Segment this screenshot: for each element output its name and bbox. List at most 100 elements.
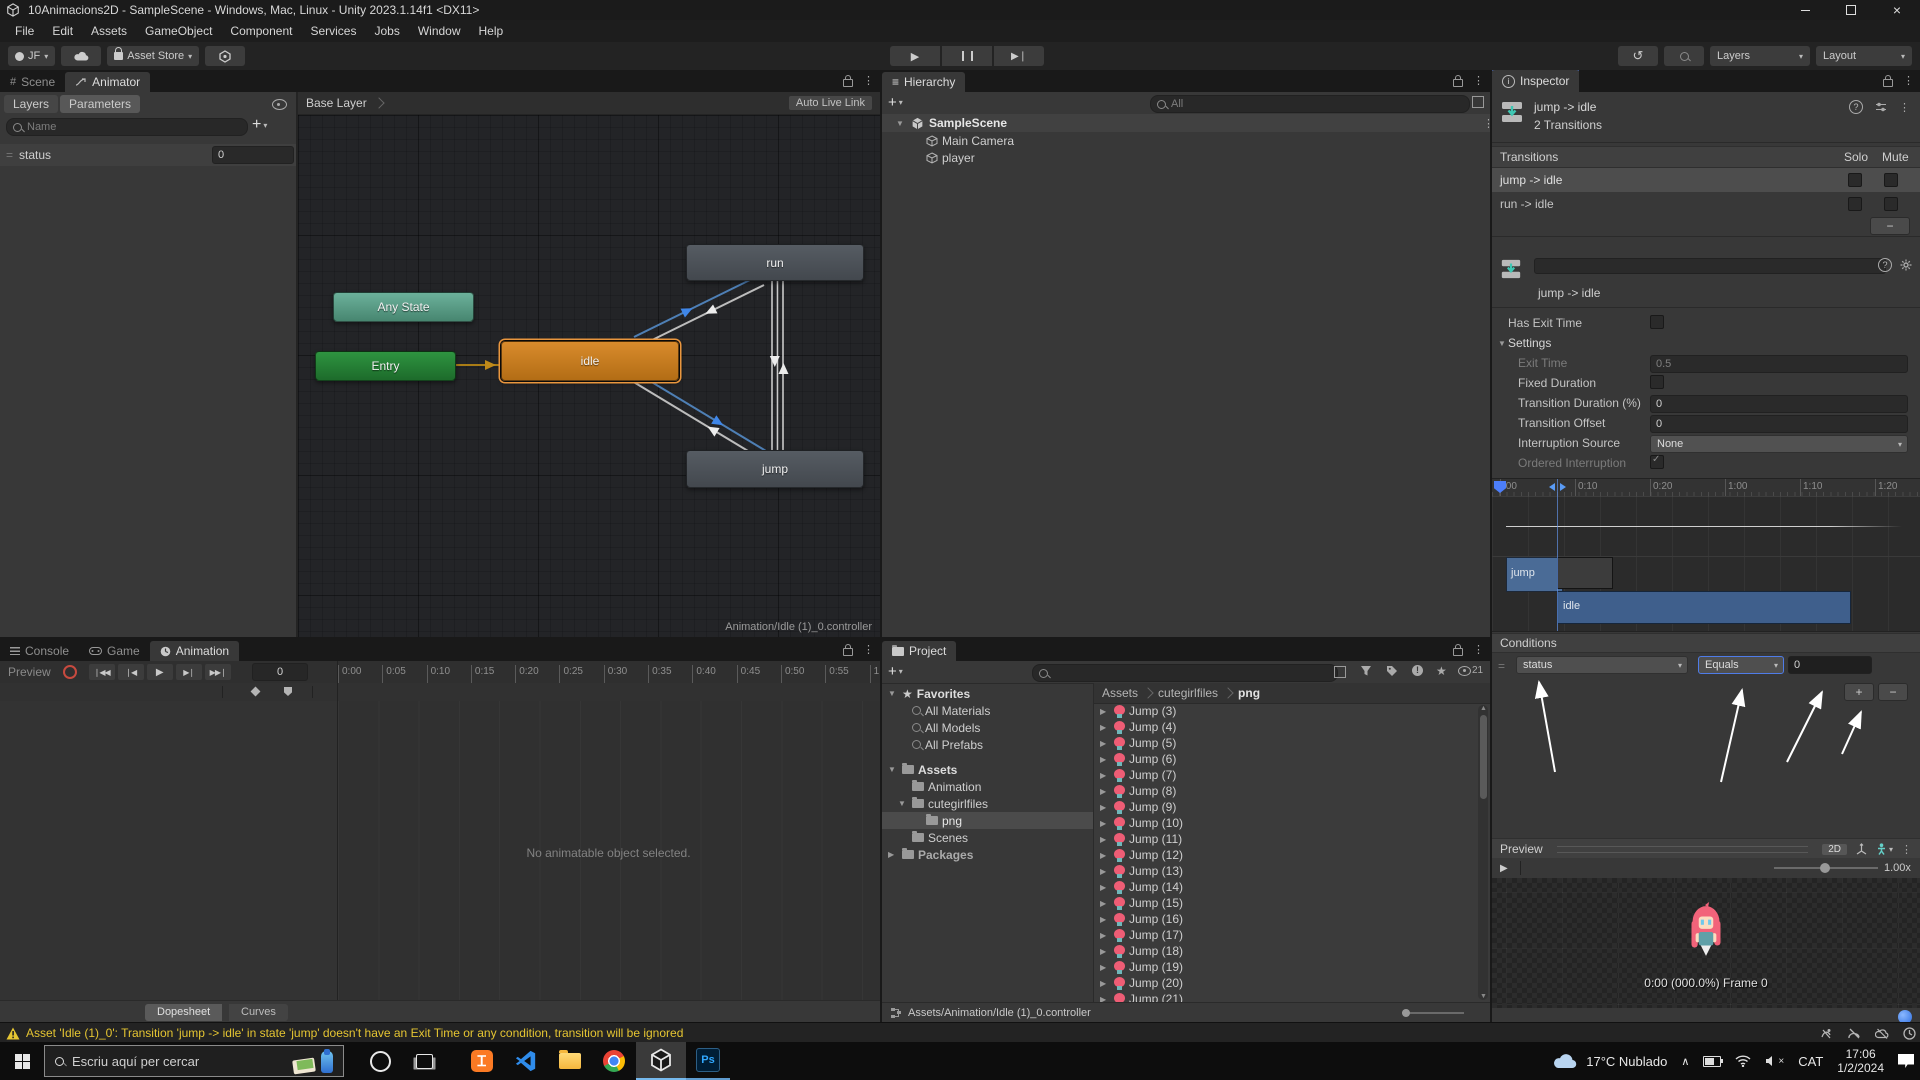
create-object-button[interactable]: +▾ [888, 94, 903, 111]
remove-condition-button[interactable]: − [1878, 683, 1908, 701]
hidden-count-badge[interactable]: 21 [1458, 665, 1483, 676]
menu-item[interactable]: Component [221, 24, 301, 38]
expander-icon[interactable]: ▶ [1100, 979, 1110, 988]
maximize-button[interactable] [1828, 0, 1874, 20]
log-icon[interactable]: ! [1412, 665, 1423, 676]
state-run[interactable]: run [686, 244, 864, 281]
asset-file-row[interactable]: ▶ Jump (8) [1094, 783, 1476, 799]
menu-item[interactable]: Services [301, 24, 365, 38]
solo-checkbox[interactable] [1848, 173, 1862, 187]
asset-file-row[interactable]: ▶ Jump (4) [1094, 719, 1476, 735]
add-event-icon[interactable] [284, 687, 292, 696]
expander-icon[interactable]: ▶ [1100, 963, 1110, 972]
preview-viewport[interactable]: 0:00 (000.0%) Frame 0 [1492, 878, 1920, 1008]
fixed-duration-checkbox[interactable] [1650, 375, 1664, 389]
panel-menu-icon[interactable]: ⋮ [863, 643, 874, 656]
close-button[interactable]: × [1874, 0, 1920, 20]
preview-drag-handle[interactable] [1557, 846, 1809, 853]
cache-server-icon[interactable] [1819, 1027, 1833, 1040]
expander-icon[interactable]: ▶ [1100, 931, 1110, 940]
hierarchy-item[interactable]: player [882, 149, 1490, 166]
asset-file-row[interactable]: ▶ Jump (14) [1094, 879, 1476, 895]
curves-button[interactable]: Curves [229, 1004, 288, 1021]
tree-packages[interactable]: ▶Packages [882, 846, 1093, 863]
panel-menu-icon[interactable]: ⋮ [863, 74, 874, 87]
settings-foldout[interactable]: ▼ Settings [1492, 333, 1920, 353]
gear-icon[interactable] [1900, 259, 1912, 271]
transition-row-selected[interactable]: jump -> idle [1492, 168, 1920, 192]
asset-file-row[interactable]: ▶ Jump (16) [1094, 911, 1476, 927]
tab-console[interactable]: Console [0, 641, 79, 661]
keyboard-language[interactable]: CAT [1798, 1054, 1823, 1069]
state-any-state[interactable]: Any State [333, 292, 474, 322]
preview-menu-icon[interactable]: ⋮ [1901, 843, 1912, 856]
taskbar-clock[interactable]: 17:06 1/2/2024 [1837, 1047, 1884, 1075]
undo-history-button[interactable]: ↺ [1618, 46, 1658, 66]
help-icon[interactable]: ? [1878, 258, 1892, 272]
dopesheet-button[interactable]: Dopesheet [145, 1004, 222, 1021]
parameter-search-input[interactable]: Name [6, 118, 248, 136]
add-parameter-button[interactable]: +▾ [252, 116, 267, 134]
hierarchy-search-input[interactable]: All [1150, 95, 1470, 113]
slider-handle[interactable] [1820, 863, 1830, 873]
asset-file-row[interactable]: ▶ Jump (9) [1094, 799, 1476, 815]
tab-animation[interactable]: Animation [150, 641, 239, 661]
transition-name-input[interactable] [1534, 258, 1886, 274]
expander-icon[interactable]: ▶ [1100, 899, 1110, 908]
lock-icon[interactable] [843, 79, 853, 87]
anim-play-button[interactable]: ▶ [147, 664, 173, 680]
state-entry[interactable]: Entry [315, 351, 456, 381]
interruption-source-dropdown[interactable]: None▾ [1650, 435, 1908, 453]
chrome-button[interactable] [592, 1042, 636, 1080]
mute-checkbox[interactable] [1884, 173, 1898, 187]
state-jump[interactable]: jump [686, 450, 864, 488]
tab-hierarchy[interactable]: ≡Hierarchy [882, 72, 965, 92]
expander-icon[interactable]: ▶ [1100, 739, 1110, 748]
tree-folder-png-selected[interactable]: png [882, 812, 1093, 829]
asset-file-row[interactable]: ▶ Jump (19) [1094, 959, 1476, 975]
weather-widget[interactable]: 17°C Nublado [1552, 1053, 1667, 1069]
last-frame-button[interactable]: ▶▶❘ [205, 664, 231, 680]
tab-scene[interactable]: #Scene [0, 72, 65, 92]
expander-icon[interactable]: ▶ [1100, 787, 1110, 796]
breadcrumb-png[interactable]: png [1238, 686, 1260, 700]
tree-favorites[interactable]: ▼★Favorites [882, 685, 1093, 702]
wifi-icon[interactable] [1735, 1055, 1751, 1067]
panel-menu-icon[interactable]: ⋮ [1903, 74, 1914, 87]
file-explorer-button[interactable] [548, 1042, 592, 1080]
expander-icon[interactable]: ▶ [1100, 883, 1110, 892]
expand-window-icon[interactable] [1472, 96, 1484, 108]
has-exit-time-checkbox[interactable] [1650, 315, 1664, 329]
transition-timeline[interactable]: :000:100:201:001:101:20 jump idle [1492, 478, 1920, 632]
component-menu-icon[interactable]: ⋮ [1899, 101, 1910, 114]
tab-project[interactable]: Project [882, 641, 956, 661]
transition-offset-field[interactable]: 0 [1650, 415, 1908, 433]
expander-icon[interactable]: ▶ [1100, 755, 1110, 764]
expander-icon[interactable]: ▶ [1100, 803, 1110, 812]
parameter-row[interactable]: = status 0 [0, 144, 296, 166]
expander-icon[interactable]: ▶ [1100, 723, 1110, 732]
tree-folder-scenes[interactable]: Scenes [882, 829, 1093, 846]
asset-file-row[interactable]: ▶ Jump (7) [1094, 767, 1476, 783]
open-search-window-icon[interactable] [1334, 666, 1346, 678]
account-button[interactable]: JF▾ [8, 46, 55, 66]
transition-row[interactable]: run -> idle [1492, 192, 1920, 216]
record-button[interactable] [63, 665, 77, 679]
status-bar[interactable]: Asset 'Idle (1)_0': Transition 'jump -> … [0, 1022, 1920, 1043]
expander-icon[interactable]: ▶ [1100, 851, 1110, 860]
expander-icon[interactable]: ▶ [1100, 819, 1110, 828]
asset-file-row[interactable]: ▶ Jump (17) [1094, 927, 1476, 943]
tray-expand-icon[interactable]: ∧ [1681, 1055, 1689, 1068]
asset-file-row[interactable]: ▶ Jump (12) [1094, 847, 1476, 863]
frame-number-field[interactable]: 0 [252, 663, 308, 681]
expander-icon[interactable]: ▶ [1100, 995, 1110, 1003]
step-button[interactable]: ▶❘ [994, 46, 1044, 66]
asset-file-row[interactable]: ▶ Jump (10) [1094, 815, 1476, 831]
graph-canvas[interactable]: Any State Entry idle run jump Animation/… [298, 115, 880, 637]
state-idle[interactable]: idle [501, 341, 679, 381]
asset-file-row[interactable]: ▶ Jump (11) [1094, 831, 1476, 847]
condition-operator-dropdown[interactable]: Equals▾ [1698, 656, 1784, 674]
menu-item[interactable]: GameObject [136, 24, 221, 38]
remove-transition-button[interactable]: − [1870, 217, 1910, 235]
asset-file-row[interactable]: ▶ Jump (21) [1094, 991, 1476, 1002]
